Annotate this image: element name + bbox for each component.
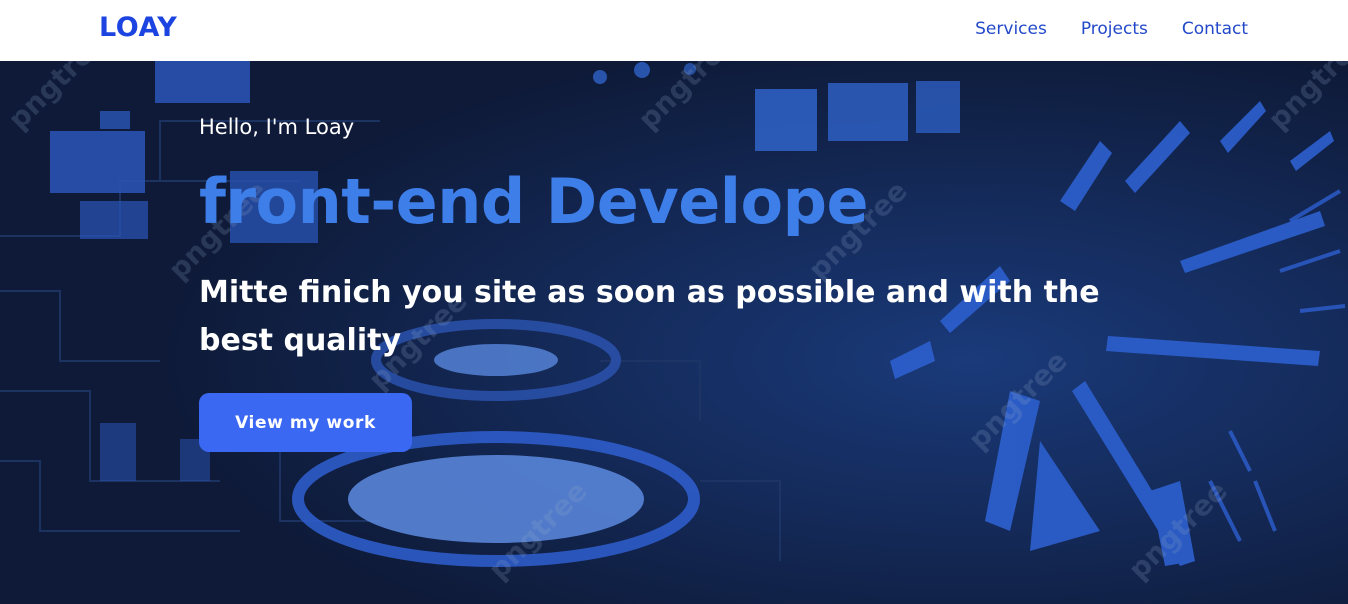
hero-headline: front-end Develope [199, 165, 869, 238]
hero-section: pngtree pngtree pngtree pngtree pngtree … [0, 61, 1348, 604]
hero-subtitle: Mitte finich you site as soon as possibl… [199, 275, 1100, 358]
nav-link-contact[interactable]: Contact [1182, 19, 1248, 39]
nav-links: Services Projects Contact [975, 19, 1248, 39]
navbar: LOAY Services Projects Contact [0, 0, 1348, 61]
nav-link-services[interactable]: Services [975, 19, 1047, 39]
hero-greeting: Hello, I'm Loay [199, 115, 355, 139]
site-logo[interactable]: LOAY [99, 12, 177, 43]
nav-link-projects[interactable]: Projects [1081, 19, 1148, 39]
view-my-work-button[interactable]: View my work [199, 393, 412, 452]
